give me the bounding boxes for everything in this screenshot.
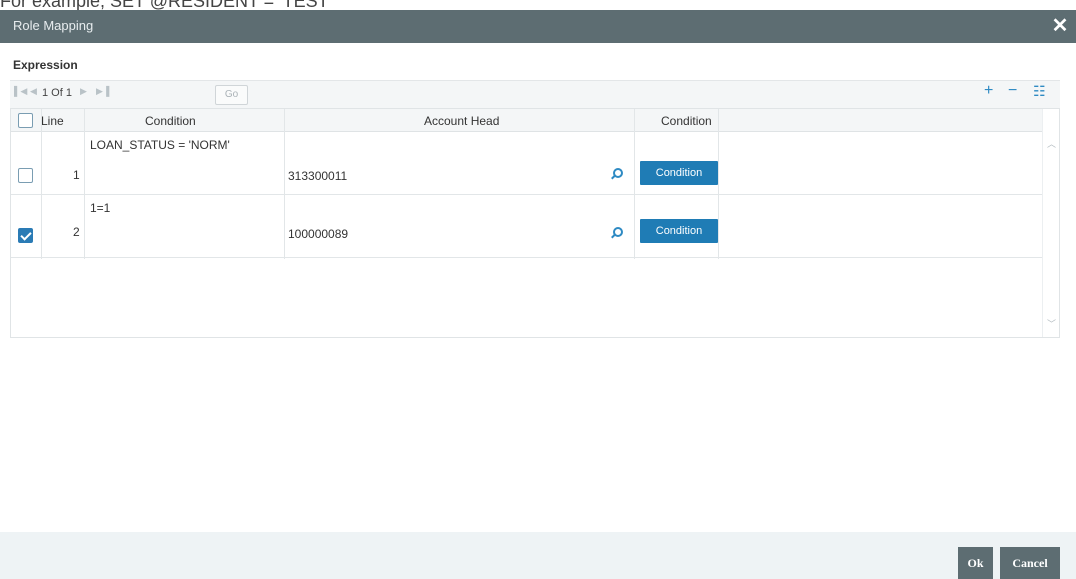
grid-scrollbar[interactable]: ︿ ﹀ <box>1042 109 1059 337</box>
column-header-condition-action: Condition <box>661 114 712 128</box>
scroll-up-icon[interactable]: ︿ <box>1047 137 1056 150</box>
cancel-button[interactable]: Cancel <box>1000 547 1060 579</box>
search-icon[interactable] <box>610 227 623 239</box>
section-label-expression: Expression <box>13 58 78 72</box>
go-button[interactable]: Go <box>215 85 248 105</box>
pagination-bar: ▌◀ ◀ 1 Of 1 ▶ ▶▐ Go <box>10 80 1060 108</box>
table-row: 1 LOAN_STATUS = 'NORM' 313300011 Conditi… <box>11 132 1043 195</box>
scroll-down-icon[interactable]: ﹀ <box>1047 317 1056 330</box>
next-page-icon[interactable]: ▶ <box>80 86 87 97</box>
add-row-icon[interactable]: + <box>984 81 993 101</box>
column-header-account-head: Account Head <box>424 114 500 128</box>
dialog-titlebar: Role Mapping ✕ <box>0 10 1076 43</box>
column-header-condition: Condition <box>145 114 196 128</box>
row-checkbox[interactable] <box>18 168 33 183</box>
row-line-number: 2 <box>73 225 80 239</box>
condition-button[interactable]: Condition <box>640 161 718 185</box>
close-icon[interactable]: ✕ <box>1050 15 1070 37</box>
table-row: 2 1=1 100000089 Condition <box>11 195 1043 258</box>
search-icon[interactable] <box>610 168 623 180</box>
row-account-head[interactable]: 100000089 <box>288 227 348 241</box>
select-all-checkbox[interactable] <box>18 113 33 128</box>
columns-icon[interactable]: ☷ <box>1033 81 1046 101</box>
ok-button[interactable]: Ok <box>958 547 993 579</box>
row-condition-text[interactable]: 1=1 <box>90 201 110 215</box>
row-account-head[interactable]: 313300011 <box>288 169 347 183</box>
first-page-icon[interactable]: ▌◀ <box>14 86 27 97</box>
page-info: 1 Of 1 <box>42 87 72 99</box>
grid-header: Line Condition Account Head Condition <box>11 109 1043 132</box>
dialog-title: Role Mapping <box>13 18 94 33</box>
last-page-icon[interactable]: ▶▐ <box>96 86 109 97</box>
column-header-line: Line <box>41 114 64 128</box>
row-condition-text[interactable]: LOAN_STATUS = 'NORM' <box>90 138 230 152</box>
row-checkbox[interactable] <box>18 228 33 243</box>
remove-row-icon[interactable]: − <box>1008 81 1017 101</box>
condition-button[interactable]: Condition <box>640 219 718 243</box>
dialog-footer <box>0 532 1076 579</box>
expression-grid: Line Condition Account Head Condition 1 … <box>10 108 1060 338</box>
row-line-number: 1 <box>73 168 80 182</box>
previous-page-icon[interactable]: ◀ <box>30 86 37 97</box>
